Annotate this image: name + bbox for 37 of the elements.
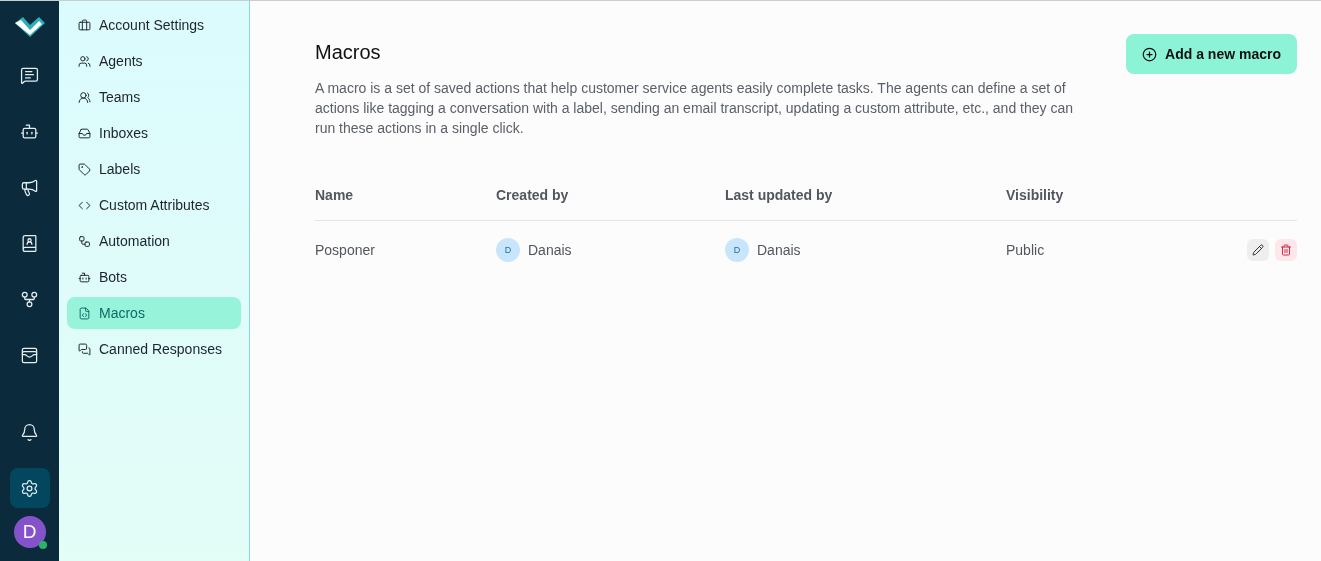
settings-menu-item[interactable]: Automation	[67, 225, 241, 257]
page-title: Macros	[315, 41, 382, 64]
table-cell: Posponer	[315, 242, 375, 258]
column-header: Name	[315, 180, 496, 221]
edit-icon[interactable]	[1247, 239, 1269, 261]
settings-icon[interactable]	[9, 468, 50, 508]
settings-menu-item[interactable]: Labels	[67, 153, 241, 185]
delete-icon[interactable]	[1275, 239, 1297, 261]
settings-menu-item[interactable]: Bots	[67, 261, 241, 293]
settings-menu-item[interactable]: Macros	[67, 297, 241, 329]
plus-icon	[1142, 46, 1158, 62]
user-avatar: D	[725, 238, 749, 262]
settings-menu-item[interactable]: Account Settings	[67, 9, 241, 41]
column-header: Created by	[496, 180, 725, 221]
settings-menu-item[interactable]: Inboxes	[67, 117, 241, 149]
settings-menu-item[interactable]: Canned Responses	[67, 333, 241, 365]
inbox-icon	[78, 126, 91, 140]
file-code-icon	[78, 306, 91, 320]
settings-menu-item[interactable]: Custom Attributes	[67, 189, 241, 221]
workflow-icon	[78, 234, 91, 248]
chat-bubbles-icon	[78, 342, 91, 356]
tag-icon	[78, 162, 91, 176]
briefcase-icon	[78, 18, 91, 32]
add-macro-button[interactable]: Add a new macro	[1126, 34, 1297, 74]
bot-icon	[78, 270, 91, 284]
column-header: Visibility	[1006, 180, 1237, 221]
user-avatar: D	[496, 238, 520, 262]
table-cell: Danais	[528, 242, 572, 258]
column-header: Last updated by	[725, 180, 1006, 221]
table-cell: Danais	[757, 242, 801, 258]
table-cell: Public	[1006, 242, 1045, 258]
settings-menu-item[interactable]: Agents	[67, 45, 241, 77]
page-description: A macro is a set of saved actions that help customer service agents easily complete tasks. The agents can define a set of actions like tagging a conversation with a label, sending an email transcript, updating a custom attribute, etc., and they can run these actions in a single click.	[315, 79, 1074, 138]
settings-menu-item[interactable]: Teams	[67, 81, 241, 113]
people-icon	[78, 54, 91, 68]
user-avatar[interactable]: D	[13, 516, 46, 548]
team-icon	[78, 90, 91, 104]
